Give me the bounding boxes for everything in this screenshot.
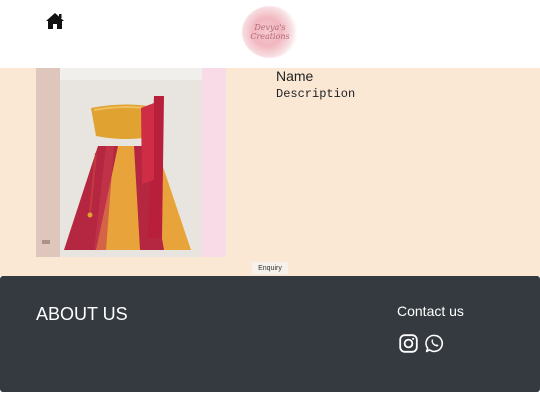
footer: ABOUT US Contact us: [0, 276, 540, 392]
about-us-heading: ABOUT US: [36, 304, 128, 324]
top-navbar: Devya's Creations: [0, 0, 540, 68]
product-description: Description: [276, 87, 356, 101]
instagram-icon[interactable]: [399, 334, 418, 353]
logo-text-line1: Devya's: [254, 23, 286, 32]
enquiry-button[interactable]: Enquiry: [252, 262, 288, 274]
home-icon[interactable]: [45, 12, 65, 30]
whatsapp-icon[interactable]: [425, 334, 444, 353]
product-section: Name Description Enquiry: [0, 68, 540, 276]
social-links: [399, 334, 444, 353]
product-name: Name: [276, 68, 314, 84]
brand-logo[interactable]: Devya's Creations: [242, 6, 298, 58]
contact-us-heading: Contact us: [397, 303, 464, 319]
product-image[interactable]: [36, 68, 226, 257]
logo-text-line2: Creations: [250, 32, 290, 41]
